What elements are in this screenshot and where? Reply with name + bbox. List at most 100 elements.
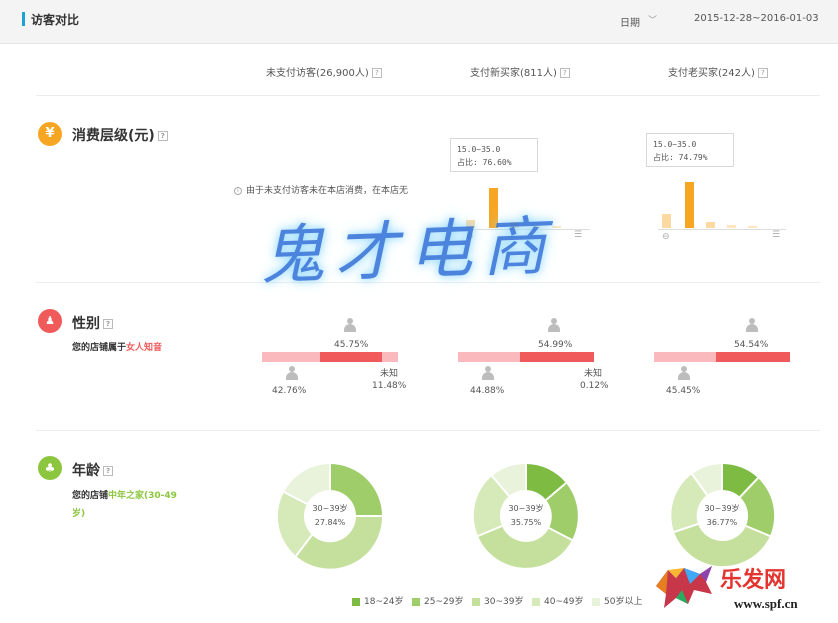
gender-top-pct: 45.75%	[334, 340, 369, 350]
help-icon[interactable]: ?	[103, 319, 113, 329]
tooltip-share: 占比: 76.60%	[457, 158, 512, 167]
date-range[interactable]: 2015-12-28~2016-01-03	[694, 13, 819, 24]
chevron-down-icon[interactable]: ﹀	[648, 13, 657, 26]
gender-bottom-pct: 44.88%	[470, 386, 505, 396]
gender-unknown-label: 未知	[584, 369, 603, 379]
gender-bar-unknown[interactable]	[382, 352, 398, 362]
donut-center-label: 30~39岁	[704, 504, 740, 513]
gender-subtitle: 您的店铺属于女人知音	[72, 340, 162, 353]
bull-logo-icon	[656, 566, 712, 608]
column-header-old-buyers: 支付老买家(242人)?	[668, 64, 768, 79]
consumption-section-title: 消费层级(元)?	[72, 125, 168, 145]
help-icon[interactable]: ?	[157, 131, 168, 141]
tooltip-share: 占比: 74.79%	[653, 153, 708, 162]
female-icon	[344, 318, 356, 332]
age-subtitle-highlight: 中年之家(30-49	[108, 491, 177, 501]
gender-subtitle-highlight: 女人知音	[126, 343, 163, 353]
gender-section-title: 性别?	[72, 313, 113, 333]
gender-top-pct: 54.99%	[538, 340, 573, 350]
consumption-bar[interactable]	[727, 225, 736, 228]
legend-swatch	[532, 597, 540, 606]
period-select[interactable]: 日期	[620, 14, 640, 29]
coin-icon: ⊖	[662, 232, 670, 242]
legend-label: 50岁以上	[604, 597, 643, 607]
legend-item[interactable]: 50岁以上	[592, 594, 642, 607]
donut-center-value: 27.84%	[314, 518, 346, 527]
watermark: 鬼才电商	[259, 209, 558, 295]
tooltip-range: 15.0~35.0	[653, 140, 697, 149]
gender-bar-female[interactable]	[520, 352, 594, 362]
legend-label: 30~39岁	[484, 597, 524, 607]
female-icon	[746, 318, 758, 332]
page-title: 访客对比	[31, 13, 80, 27]
divider	[36, 95, 820, 96]
consumption-bar[interactable]	[706, 222, 715, 228]
tree-icon: ♣	[38, 456, 62, 480]
consumption-bar[interactable]	[748, 226, 757, 228]
legend-swatch	[592, 597, 600, 606]
consumption-bar[interactable]	[662, 214, 671, 228]
site-logo: 乐发网 www.spf.cn	[648, 560, 838, 623]
age-title-text: 年龄	[72, 463, 100, 479]
consumption-note: i 由于未支付访客未在本店消费，在本店无	[234, 183, 408, 196]
users-icon: ♟	[38, 309, 62, 333]
gender-bar-male[interactable]	[458, 352, 520, 362]
gender-bar-male[interactable]	[262, 352, 320, 362]
donut-center-label: 30~39岁	[312, 504, 348, 513]
legend-swatch	[352, 597, 360, 606]
consumption-title-text: 消费层级(元)	[72, 128, 155, 144]
legend-swatch	[412, 597, 420, 606]
gender-bottom-pct: 42.76%	[272, 386, 307, 396]
donut-center-value: 36.77%	[706, 518, 738, 527]
age-subtitle-suffix: 岁)	[72, 509, 86, 519]
info-icon: i	[234, 186, 242, 195]
gender-top-pct: 54.54%	[734, 340, 769, 350]
header-bar: 访客对比 日期 ﹀ 2015-12-28~2016-01-03	[0, 0, 838, 44]
help-icon[interactable]: ?	[371, 68, 382, 78]
age-subtitle: 您的店铺中年之家(30-49	[72, 488, 177, 501]
logo-brand: 乐发网	[720, 567, 787, 593]
legend-label: 18~24岁	[364, 597, 404, 607]
consumption-tooltip: 15.0~35.0 占比: 76.60%	[450, 138, 538, 172]
gender-bar-female[interactable]	[320, 352, 382, 362]
gender-unknown-pct: 11.48%	[372, 381, 407, 391]
gender-unknown-pct: 0.12%	[580, 381, 609, 391]
donut-center: 30~39岁 36.77%	[692, 502, 752, 530]
gender-title-text: 性别	[72, 316, 100, 332]
gender-bar-female[interactable]	[716, 352, 790, 362]
help-icon[interactable]: ?	[757, 68, 768, 78]
column-header-label: 未支付访客(26,900人)	[266, 68, 369, 79]
logo-url: www.spf.cn	[734, 596, 798, 611]
gender-subtitle-prefix: 您的店铺属于	[72, 343, 127, 353]
legend-item[interactable]: 25~29岁	[412, 594, 463, 607]
gender-bottom-pct: 45.45%	[666, 386, 701, 396]
legend-item[interactable]: 30~39岁	[472, 594, 523, 607]
legend-item[interactable]: 40~49岁	[532, 594, 583, 607]
donut-center: 30~39岁 27.84%	[300, 502, 360, 530]
donut-center-value: 35.75%	[510, 518, 542, 527]
consumption-note-text: 由于未支付访客未在本店消费，在本店无	[246, 186, 409, 196]
male-icon	[482, 366, 494, 380]
male-icon	[286, 366, 298, 380]
title-accent	[22, 12, 25, 26]
coins-stack-icon: ☰	[772, 230, 781, 240]
help-icon[interactable]: ?	[103, 466, 113, 476]
tooltip-range: 15.0~35.0	[457, 145, 501, 154]
gender-bar-male[interactable]	[654, 352, 716, 362]
column-header-new-buyers: 支付新买家(811人)?	[470, 64, 570, 79]
column-header-label: 支付新买家(811人)	[470, 68, 557, 79]
donut-center: 30~39岁 35.75%	[496, 502, 556, 530]
legend-swatch	[472, 597, 480, 606]
age-subtitle-prefix: 您的店铺	[72, 491, 109, 501]
donut-center-label: 30~39岁	[508, 504, 544, 513]
gender-unknown-label: 未知	[380, 369, 399, 379]
consumption-bar[interactable]	[685, 182, 694, 228]
coins-stack-icon: ☰	[574, 230, 583, 240]
column-header-unpaid: 未支付访客(26,900人)?	[266, 64, 382, 79]
legend-item[interactable]: 18~24岁	[352, 594, 403, 607]
yen-icon: ¥	[38, 122, 62, 146]
divider	[36, 430, 820, 431]
female-icon	[548, 318, 560, 332]
age-section-title: 年龄?	[72, 460, 113, 480]
help-icon[interactable]: ?	[559, 68, 570, 78]
